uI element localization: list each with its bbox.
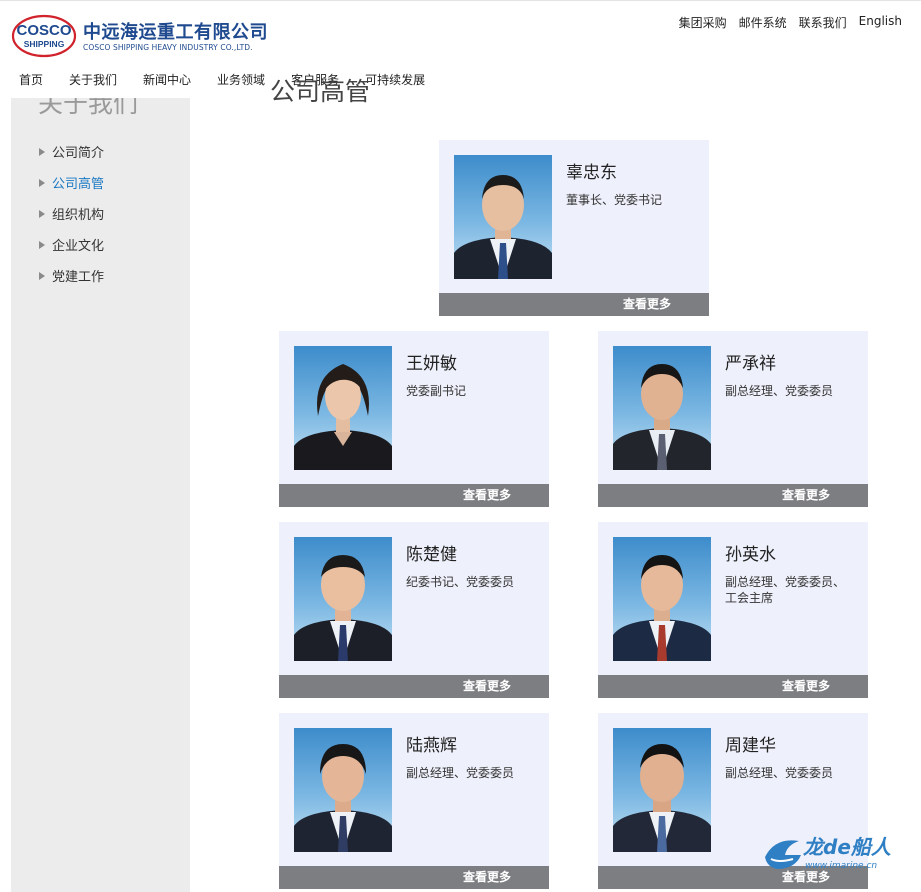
portrait-image-icon — [294, 364, 392, 470]
company-logo[interactable]: COSCO SHIPPING 中远海运重工有限公司 COSCO SHIPPING… — [11, 14, 281, 64]
sidebar-item-label: 公司简介 — [52, 146, 105, 161]
logo-cosco-text: COSCO — [16, 22, 71, 39]
top-divider — [0, 0, 921, 1]
triangle-right-icon — [39, 240, 45, 249]
sidebar-item-label: 企业文化 — [52, 239, 105, 254]
executive-name: 王妍敏 — [406, 354, 457, 374]
link-english[interactable]: English — [859, 14, 902, 31]
view-more-button[interactable]: 查看更多 — [279, 866, 549, 889]
nav-item-home[interactable]: 首页 — [19, 71, 43, 88]
portrait-image-icon — [613, 744, 711, 852]
executive-photo — [294, 537, 392, 661]
executive-name: 辜忠东 — [566, 163, 617, 183]
executive-card: 陆燕辉 副总经理、党委委员 查看更多 — [279, 713, 549, 889]
sidebar-item-organization[interactable]: 组织机构 — [39, 198, 104, 229]
watermark: 龙de船人 www.imarine.cn — [763, 831, 903, 877]
link-procurement[interactable]: 集团采购 — [679, 14, 727, 31]
triangle-right-icon — [39, 147, 45, 156]
executive-card: 陈楚健 纪委书记、党委委员 查看更多 — [279, 522, 549, 698]
executive-photo — [613, 537, 711, 661]
sidebar-item-label: 党建工作 — [52, 270, 105, 285]
executive-photo — [294, 728, 392, 852]
ship-logo-icon — [765, 840, 801, 869]
link-mail-system[interactable]: 邮件系统 — [739, 14, 787, 31]
executive-name: 严承祥 — [725, 354, 776, 374]
executive-card: 孙英水 副总经理、党委委员、工会主席 查看更多 — [598, 522, 868, 698]
executive-card: 辜忠东 董事长、党委书记 查看更多 — [439, 140, 709, 316]
sidebar-item-company-profile[interactable]: 公司简介 — [39, 136, 104, 167]
view-more-button[interactable]: 查看更多 — [598, 675, 868, 698]
executive-photo — [294, 346, 392, 470]
sidebar-item-label: 公司高管 — [52, 177, 105, 192]
portrait-image-icon — [294, 555, 392, 661]
executive-role: 副总经理、党委委员 — [725, 766, 834, 780]
executive-photo — [613, 346, 711, 470]
sidebar-menu: 公司简介 公司高管 组织机构 企业文化 党建工作 — [39, 136, 104, 291]
view-more-button[interactable]: 查看更多 — [598, 484, 868, 507]
main-nav: 首页 关于我们 新闻中心 业务领域 客户服务 可持续发展 — [19, 71, 451, 88]
executive-card: 严承祥 副总经理、党委委员 查看更多 — [598, 331, 868, 507]
page: COSCO SHIPPING 中远海运重工有限公司 COSCO SHIPPING… — [0, 0, 921, 892]
executive-photo — [613, 728, 711, 852]
page-title: 公司高管 — [270, 77, 371, 106]
portrait-image-icon — [294, 744, 392, 852]
executive-name: 周建华 — [725, 736, 776, 756]
portrait-image-icon — [613, 364, 711, 470]
triangle-right-icon — [39, 209, 45, 218]
nav-item-news[interactable]: 新闻中心 — [143, 71, 191, 88]
sidebar-item-culture[interactable]: 企业文化 — [39, 229, 104, 260]
executive-name: 陈楚健 — [406, 545, 457, 565]
sidebar: 关于我们 公司简介 公司高管 组织机构 企业文化 党建工作 — [11, 98, 190, 892]
company-name-en: COSCO SHIPPING HEAVY INDUSTRY CO.,LTD. — [83, 43, 253, 52]
cosco-logo-icon: COSCO SHIPPING — [11, 14, 77, 58]
executive-role: 副总经理、党委委员、工会主席 — [725, 575, 846, 605]
watermark-text: 龙de船人 — [803, 835, 891, 859]
sidebar-title: 关于我们 — [38, 98, 139, 118]
executive-role: 纪委书记、党委委员 — [406, 575, 515, 589]
watermark-url: www.imarine.cn — [805, 861, 878, 871]
executive-name: 孙英水 — [725, 545, 776, 565]
executive-name: 陆燕辉 — [406, 736, 457, 756]
sidebar-item-executives[interactable]: 公司高管 — [39, 167, 104, 198]
view-more-button[interactable]: 查看更多 — [439, 293, 709, 316]
portrait-image-icon — [613, 555, 711, 661]
executive-role: 党委副书记 — [406, 384, 467, 398]
sidebar-item-party-building[interactable]: 党建工作 — [39, 260, 104, 291]
nav-item-sustainability[interactable]: 可持续发展 — [365, 71, 425, 88]
company-name-cn: 中远海运重工有限公司 — [83, 22, 268, 43]
utility-links: 集团采购 邮件系统 联系我们 English — [679, 14, 902, 31]
nav-item-about[interactable]: 关于我们 — [69, 71, 117, 88]
executive-role: 副总经理、党委委员 — [406, 766, 515, 780]
nav-item-business[interactable]: 业务领域 — [217, 71, 265, 88]
sidebar-item-label: 组织机构 — [52, 208, 105, 223]
logo-shipping-text: SHIPPING — [24, 39, 65, 49]
view-more-button[interactable]: 查看更多 — [279, 675, 549, 698]
triangle-right-icon — [39, 178, 45, 187]
triangle-right-icon — [39, 271, 45, 280]
executive-card: 王妍敏 党委副书记 查看更多 — [279, 331, 549, 507]
portrait-image-icon — [454, 175, 552, 279]
link-contact-us[interactable]: 联系我们 — [799, 14, 847, 31]
executive-photo — [454, 155, 552, 279]
executive-role: 董事长、党委书记 — [566, 193, 663, 207]
view-more-button[interactable]: 查看更多 — [279, 484, 549, 507]
executive-role: 副总经理、党委委员 — [725, 384, 834, 398]
